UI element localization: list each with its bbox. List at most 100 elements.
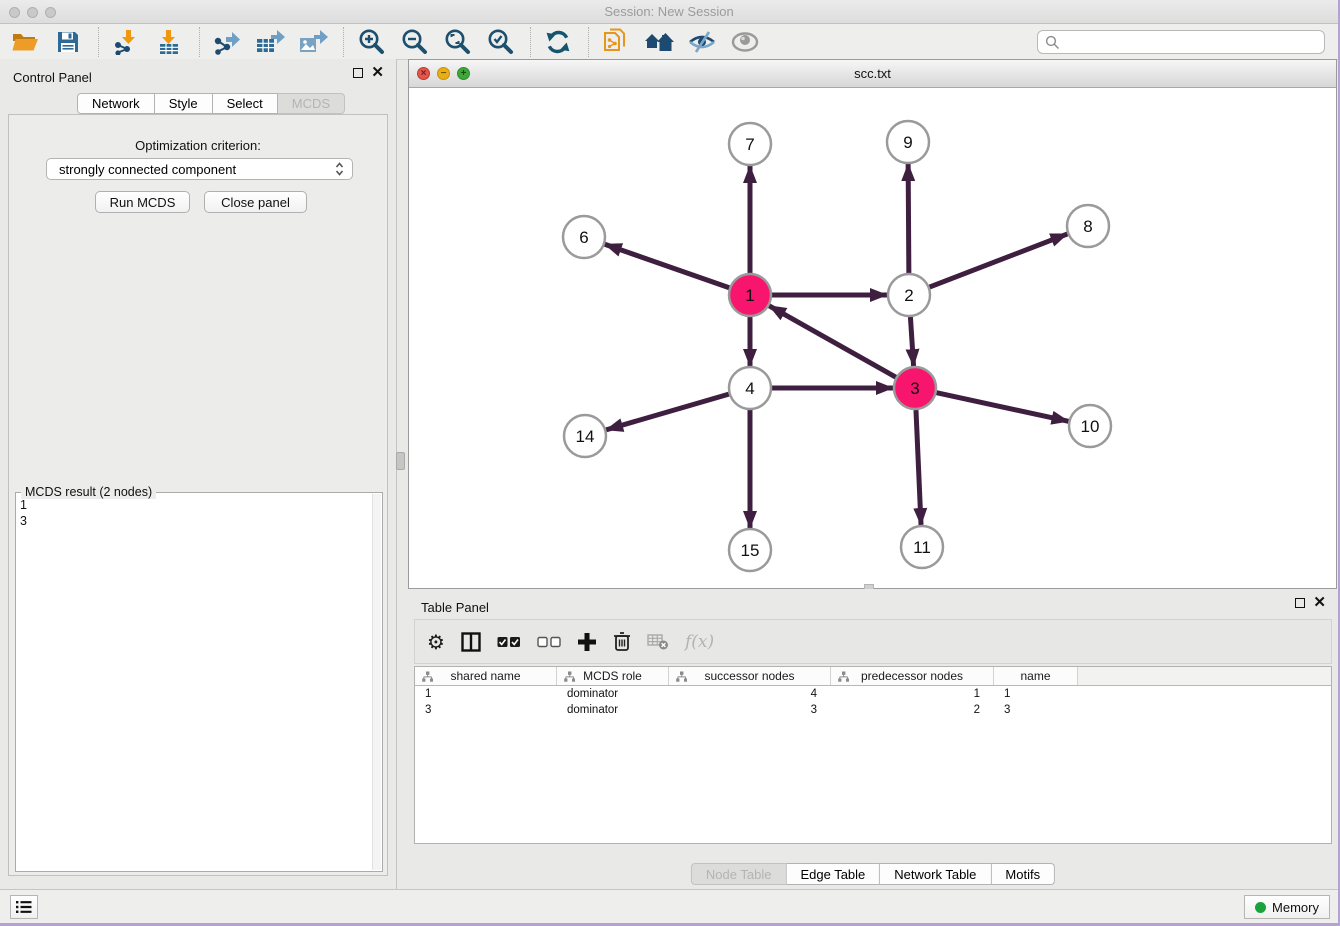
mcds-panel: Optimization criterion: strongly connect… <box>8 114 388 876</box>
table-cell[interactable]: 3 <box>994 702 1078 718</box>
close-panel-button[interactable]: Close panel <box>204 191 307 213</box>
select-all-icon[interactable] <box>497 627 521 657</box>
table-cell[interactable]: dominator <box>557 702 669 718</box>
network-graph[interactable]: 7 9 6 8 1 2 4 3 14 10 15 11 <box>409 88 1336 588</box>
network-titlebar: × − + scc.txt <box>409 60 1336 88</box>
tab-style[interactable]: Style <box>155 93 213 114</box>
zoom-fit-icon[interactable] <box>440 26 474 58</box>
column-header-successor-nodes[interactable]: successor nodes <box>669 667 831 685</box>
delete-table-icon[interactable] <box>647 627 669 657</box>
graph-edge-2-9[interactable] <box>908 164 909 273</box>
graph-edge-1-6[interactable] <box>605 244 729 287</box>
memory-button[interactable]: Memory <box>1244 895 1330 919</box>
graph-node-1[interactable]: 1 <box>729 274 771 316</box>
table-tab-motifs[interactable]: Motifs <box>991 863 1055 885</box>
eye-icon[interactable] <box>728 26 762 58</box>
criterion-dropdown[interactable]: strongly connected component <box>46 158 353 180</box>
refresh-icon[interactable] <box>541 26 575 58</box>
tab-mcds[interactable]: MCDS <box>278 93 345 114</box>
import-network-icon[interactable] <box>109 26 143 58</box>
table-tab-network-table[interactable]: Network Table <box>880 863 991 885</box>
graph-node-3[interactable]: 3 <box>894 367 936 409</box>
table-tab-node-table[interactable]: Node Table <box>691 863 787 885</box>
gear-icon[interactable]: ⚙ <box>427 627 445 657</box>
graph-edge-3-11[interactable] <box>916 410 921 525</box>
graph-node-7[interactable]: 7 <box>729 123 771 165</box>
unselect-all-icon[interactable] <box>537 627 561 657</box>
float-table-panel-icon[interactable] <box>1295 598 1305 608</box>
control-panel-title: Control Panel <box>13 70 92 85</box>
table-cell[interactable]: dominator <box>557 686 669 702</box>
graph-edge-3-1[interactable] <box>769 306 896 377</box>
zoom-in-icon[interactable] <box>354 26 388 58</box>
columns-icon[interactable] <box>461 627 481 657</box>
table-cell[interactable]: 2 <box>831 702 994 718</box>
import-table-icon[interactable] <box>152 26 186 58</box>
column-header-MCDS-role[interactable]: MCDS role <box>557 667 669 685</box>
table-tab-edge-table[interactable]: Edge Table <box>786 863 880 885</box>
home-icon[interactable] <box>642 26 676 58</box>
column-header-shared-name[interactable]: shared name <box>415 667 557 685</box>
export-table-icon[interactable] <box>253 26 287 58</box>
node-label: 9 <box>903 133 912 152</box>
graph-node-10[interactable]: 10 <box>1069 405 1111 447</box>
table-cell[interactable]: 4 <box>669 686 831 702</box>
export-network-icon[interactable] <box>210 26 244 58</box>
table-row[interactable]: 1dominator411 <box>415 686 1331 702</box>
tree-icon <box>422 671 433 682</box>
open-folder-icon[interactable] <box>8 26 42 58</box>
result-scrollbar[interactable] <box>372 494 381 870</box>
save-icon[interactable] <box>51 26 85 58</box>
close-panel-icon[interactable]: ✕ <box>371 68 384 78</box>
task-history-button[interactable] <box>10 895 38 919</box>
column-header-predecessor-nodes[interactable]: predecessor nodes <box>831 667 994 685</box>
memory-label: Memory <box>1272 900 1319 915</box>
table-cell[interactable]: 3 <box>415 702 557 718</box>
table-cell[interactable]: 1 <box>831 686 994 702</box>
node-table[interactable]: shared nameMCDS rolesuccessor nodesprede… <box>414 666 1332 844</box>
float-panel-icon[interactable] <box>353 68 363 78</box>
table-header: shared nameMCDS rolesuccessor nodesprede… <box>415 667 1331 686</box>
toolbar-separator <box>588 27 589 57</box>
graph-node-6[interactable]: 6 <box>563 216 605 258</box>
mcds-result-text: 1 3 <box>20 497 27 529</box>
delete-row-icon[interactable] <box>613 627 631 657</box>
graph-node-4[interactable]: 4 <box>729 367 771 409</box>
search-icon <box>1045 35 1060 50</box>
graph-edge-4-14[interactable] <box>606 394 729 430</box>
table-row[interactable]: 3dominator323 <box>415 702 1331 718</box>
graph-node-11[interactable]: 11 <box>901 526 943 568</box>
zoom-selected-icon[interactable] <box>483 26 517 58</box>
table-cell[interactable]: 3 <box>669 702 831 718</box>
criterion-value: strongly connected component <box>59 162 335 177</box>
search-box[interactable] <box>1037 30 1325 54</box>
eye-slash-icon[interactable] <box>685 26 719 58</box>
network-canvas[interactable]: 7 9 6 8 1 2 4 3 14 10 15 11 <box>409 88 1336 588</box>
graph-node-15[interactable]: 15 <box>729 529 771 571</box>
run-mcds-button[interactable]: Run MCDS <box>95 191 190 213</box>
graph-node-14[interactable]: 14 <box>564 415 606 457</box>
control-panel-tabs: NetworkStyleSelectMCDS <box>77 93 345 114</box>
zoom-out-icon[interactable] <box>397 26 431 58</box>
add-row-icon[interactable] <box>577 627 597 657</box>
optimization-criterion-label: Optimization criterion: <box>9 138 387 153</box>
export-image-icon[interactable] <box>296 26 330 58</box>
graph-edge-2-8[interactable] <box>930 234 1068 287</box>
search-input[interactable] <box>1060 32 1324 52</box>
graph-edge-2-3[interactable] <box>910 317 913 366</box>
toolbar-separator <box>343 27 344 57</box>
tab-select[interactable]: Select <box>213 93 278 114</box>
graph-edge-3-10[interactable] <box>936 393 1068 422</box>
table-cell[interactable]: 1 <box>994 686 1078 702</box>
copy-network-icon[interactable] <box>599 26 633 58</box>
graph-node-2[interactable]: 2 <box>888 274 930 316</box>
table-cell[interactable]: 1 <box>415 686 557 702</box>
close-table-panel-icon[interactable]: ✕ <box>1313 598 1326 608</box>
node-label: 15 <box>741 541 760 560</box>
panel-splitter-grip[interactable] <box>396 452 405 470</box>
column-header-name[interactable]: name <box>994 667 1078 685</box>
tab-network[interactable]: Network <box>77 93 155 114</box>
function-builder-icon[interactable]: f(x) <box>685 627 714 657</box>
graph-node-8[interactable]: 8 <box>1067 205 1109 247</box>
graph-node-9[interactable]: 9 <box>887 121 929 163</box>
